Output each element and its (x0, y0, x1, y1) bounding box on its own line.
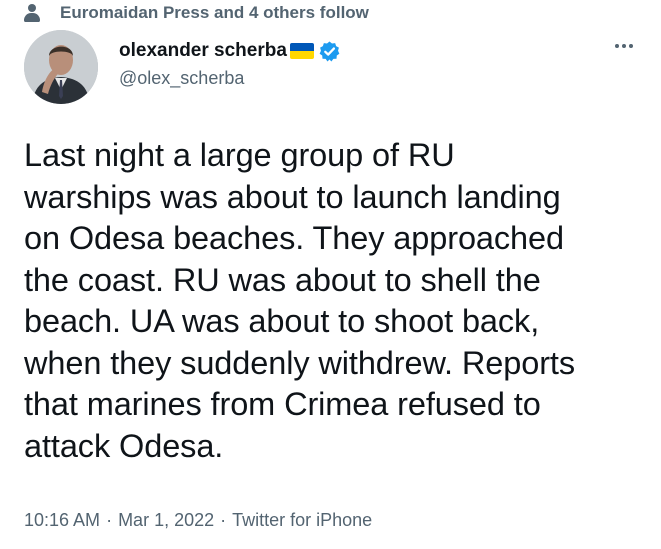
display-name[interactable]: olexander scherba (119, 40, 287, 62)
tweet-text: Last night a large group of RU warships … (24, 137, 576, 464)
social-context[interactable]: Euromaidan Press and 4 others follow (22, 2, 369, 24)
tweet-date[interactable]: Mar 1, 2022 (118, 510, 214, 531)
tweet-meta: 10:16 AM · Mar 1, 2022 · Twitter for iPh… (24, 510, 372, 531)
verified-badge-icon (319, 40, 340, 61)
person-icon (22, 3, 42, 23)
tweet-time[interactable]: 10:16 AM (24, 510, 100, 531)
name-row: olexander scherba (119, 38, 341, 64)
social-context-text[interactable]: Euromaidan Press and 4 others follow (60, 3, 369, 23)
ukraine-flag-icon (289, 43, 314, 59)
more-options-icon[interactable] (615, 44, 633, 48)
meta-separator: · (220, 510, 227, 530)
tweet-source[interactable]: Twitter for iPhone (232, 510, 372, 531)
avatar[interactable] (24, 30, 98, 104)
tweet-header: olexander scherba @olex_scherba (24, 30, 641, 110)
author-names: olexander scherba @olex_scherba (119, 38, 341, 89)
handle[interactable]: @olex_scherba (119, 68, 341, 89)
meta-separator: · (106, 510, 113, 530)
